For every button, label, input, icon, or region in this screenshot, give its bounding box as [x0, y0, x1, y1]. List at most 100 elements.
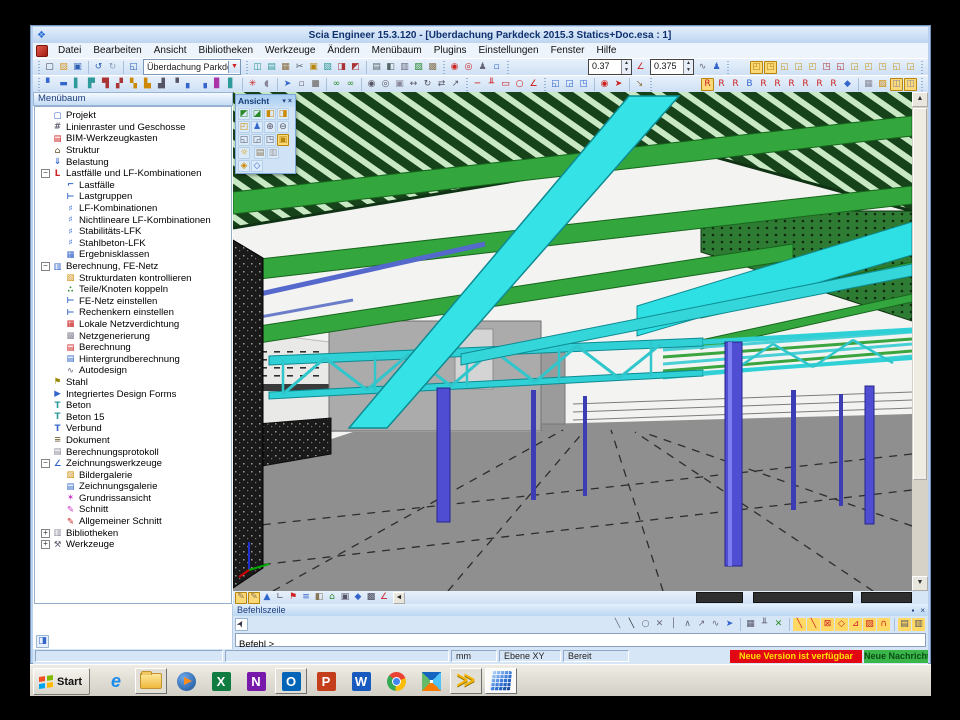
view-preset-11-button[interactable]: ◱ [890, 61, 903, 74]
paste-button[interactable]: ▧ [321, 61, 334, 74]
ansicht-palette-titlebar[interactable]: Ansicht ▾ × [236, 95, 295, 107]
clip-box-button[interactable]: ◈ [238, 160, 250, 172]
draw-rectangle-button[interactable]: ▭ [499, 78, 512, 91]
collapse-icon[interactable]: − [41, 459, 50, 468]
spinner-arrows[interactable]: ▲▼ [621, 60, 631, 74]
result-display-button[interactable]: R [701, 78, 714, 91]
toolbar-grip[interactable] [37, 78, 41, 91]
snap-star-button[interactable]: ✳ [246, 78, 259, 91]
flag-view-button[interactable]: ⚑ [287, 592, 299, 604]
member-2d-tool-button[interactable]: ▝ [169, 78, 182, 91]
zoom-window-button[interactable]: ◱ [238, 134, 250, 146]
toolbar-grip[interactable] [37, 61, 41, 74]
menu-hilfe[interactable]: Hilfe [590, 44, 622, 58]
toolbar-grip[interactable] [506, 61, 510, 74]
beam-tool-button[interactable]: ▬ [57, 78, 70, 91]
axon-view-4-button[interactable]: ◨ [277, 108, 289, 120]
slab-tool-button[interactable]: ▖ [183, 78, 196, 91]
tree-item[interactable]: #Linienraster und Geschosse [35, 122, 231, 134]
tree-item[interactable]: ▦Lokale Netzverdichtung [35, 319, 231, 331]
unlink-chain-button[interactable]: ∞ [344, 78, 357, 91]
result-combined-button[interactable]: R [827, 78, 840, 91]
tree-item[interactable]: ♯LF-Kombinationen [35, 203, 231, 215]
view-preset-5-button[interactable]: ◰ [806, 61, 819, 74]
spin-up-icon[interactable]: ▲ [622, 60, 631, 67]
tree-item[interactable]: TBeton 15 [35, 411, 231, 423]
close-icon[interactable]: × [917, 606, 928, 615]
doc-layout-1-button[interactable]: ◫ [890, 78, 903, 91]
tree-item[interactable]: +▥Bibliotheken [35, 527, 231, 539]
collapse-icon[interactable]: − [41, 262, 50, 271]
haunch-tool-button[interactable]: ▙ [141, 78, 154, 91]
tree-item[interactable]: ⚑Stahl [35, 377, 231, 389]
view-preset-1-button[interactable]: ◰ [750, 61, 763, 74]
photo-view-button[interactable]: ▥ [267, 147, 279, 159]
snap-peak-button[interactable]: ∧ [681, 618, 694, 631]
gallery-add-button[interactable]: ▨ [876, 78, 889, 91]
taskbar-app-pinwheel-app[interactable] [415, 668, 447, 694]
tree-item[interactable]: ≡Dokument [35, 435, 231, 447]
paperspace-gallery-button[interactable]: ▩ [426, 61, 439, 74]
copy-add-button[interactable]: ▣ [393, 78, 406, 91]
save-button[interactable]: ▣ [71, 61, 84, 74]
result-stability-button[interactable]: R [785, 78, 798, 91]
new-project-button[interactable]: ▢ [43, 61, 56, 74]
ortho-toggle-button[interactable]: ╨ [758, 618, 771, 631]
axes-toggle-button[interactable]: ∟ [274, 592, 286, 604]
tree-item[interactable]: ∴Teile/Knoten koppeln [35, 284, 231, 296]
draw-line-button[interactable]: ─ [471, 78, 484, 91]
viewport-vertical-scrollbar[interactable]: ▲ ▼ [912, 92, 928, 591]
scale-angle-button[interactable]: ∠ [634, 61, 647, 74]
toolbar-grip[interactable] [543, 78, 547, 91]
volumes-mode-button[interactable]: ▣ [339, 592, 351, 604]
mirror-button[interactable]: ⇄ [435, 78, 448, 91]
news-alert[interactable]: Neue Nachrichten [864, 650, 928, 663]
support-tool-button[interactable]: ▋ [225, 78, 238, 91]
perspective-button[interactable]: ◇ [251, 160, 263, 172]
cross-link-tool-button[interactable]: ▊ [211, 78, 224, 91]
snap-pointer-button[interactable]: ➤ [723, 618, 736, 631]
tree-item[interactable]: ♯Stabilitäts-LFK [35, 226, 231, 238]
deselect-button[interactable]: ■ [309, 78, 322, 91]
cut-button[interactable]: ✂ [293, 61, 306, 74]
opening-tool-button[interactable]: ▞ [113, 78, 126, 91]
tree-item[interactable]: ▶Integriertes Design Forms [35, 388, 231, 400]
toolbar-grip[interactable] [920, 78, 924, 91]
zoom-in-button[interactable]: ⊕ [264, 121, 276, 133]
snap-arc-button[interactable]: ∩ [877, 618, 890, 631]
toolbar-grip[interactable] [245, 61, 249, 74]
doc-layout-2-button[interactable]: ◫ [904, 78, 917, 91]
stretch-button[interactable]: ↗ [449, 78, 462, 91]
snap-midpoint-button[interactable]: ╲ [793, 618, 806, 631]
spin-up-icon[interactable]: ▲ [684, 60, 693, 67]
snap-axis-button[interactable]: │ [667, 618, 680, 631]
toolbar-grip[interactable] [465, 78, 469, 91]
clip-tool-2-button[interactable]: ✎ [248, 592, 260, 604]
taskbar-app-outlook[interactable]: O [275, 668, 307, 694]
tree-item[interactable]: ▤Hintergrundberechnung [35, 353, 231, 365]
wall-tool-button[interactable]: ▜ [99, 78, 112, 91]
tree-item[interactable]: ⊢Lastgruppen [35, 191, 231, 203]
draw-angle-button[interactable]: ∠ [527, 78, 540, 91]
undo-button[interactable]: ↺ [92, 61, 105, 74]
menu-fenster[interactable]: Fenster [545, 44, 591, 58]
window-cascade-button[interactable]: ◲ [563, 78, 576, 91]
spin-down-icon[interactable]: ▼ [622, 67, 631, 74]
menu-einstellungen[interactable]: Einstellungen [473, 44, 545, 58]
print-button[interactable]: ▤ [370, 61, 383, 74]
column-tool-button[interactable]: ▌ [71, 78, 84, 91]
search-button[interactable]: ◉ [365, 78, 378, 91]
catalog-button[interactable]: ▦ [279, 61, 292, 74]
taskbar-app-excel[interactable]: X [205, 668, 237, 694]
snap-curve-button[interactable]: ∿ [709, 618, 722, 631]
project-data-button[interactable]: ◫ [251, 61, 264, 74]
expand-icon[interactable]: + [41, 529, 50, 538]
tree-item[interactable]: ▤Berechnung [35, 342, 231, 354]
expand-icon[interactable]: + [41, 540, 50, 549]
result-steel-check-button[interactable]: R [799, 78, 812, 91]
start-button[interactable]: Start [33, 668, 90, 695]
tendon-tool-button[interactable]: ▗ [197, 78, 210, 91]
snap-clear-button[interactable]: ✕ [772, 618, 785, 631]
result-connections-button[interactable]: R [813, 78, 826, 91]
axon-view-3-button[interactable]: ◧ [264, 108, 276, 120]
